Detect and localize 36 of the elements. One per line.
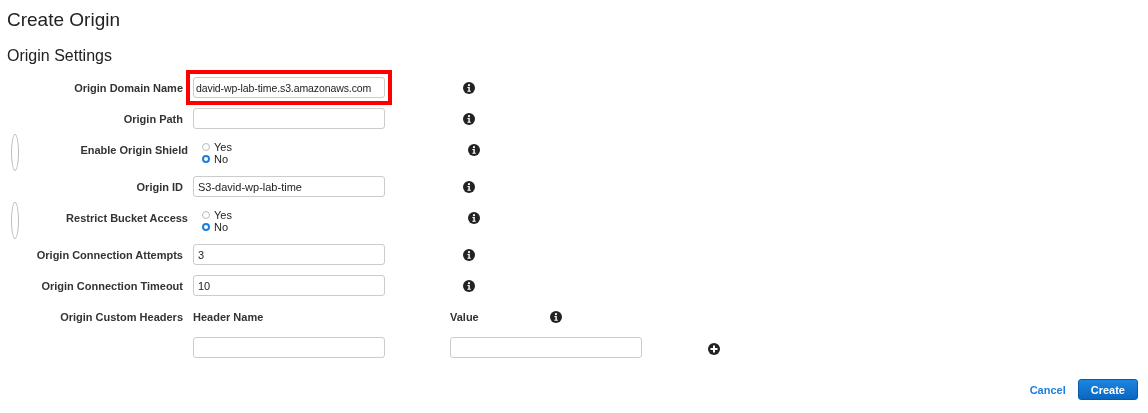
cancel-link[interactable]: Cancel bbox=[1029, 383, 1066, 396]
info-icon[interactable] bbox=[463, 112, 475, 125]
page-title: Create Origin bbox=[7, 8, 121, 32]
info-icon[interactable] bbox=[463, 248, 475, 261]
create-button[interactable]: Create bbox=[1077, 379, 1138, 400]
radio-label: Yes bbox=[214, 209, 232, 221]
column-label: Value bbox=[450, 310, 480, 323]
info-icon[interactable] bbox=[550, 310, 562, 323]
info-icon[interactable] bbox=[463, 81, 475, 94]
info-icon[interactable] bbox=[463, 279, 475, 292]
field-label: Origin Domain Name bbox=[73, 81, 183, 94]
input-field[interactable] bbox=[193, 337, 385, 358]
radio-button[interactable] bbox=[202, 155, 210, 163]
info-icon[interactable] bbox=[468, 144, 480, 156]
input-field[interactable]: 3 bbox=[193, 244, 385, 265]
field-label: Origin Connection Attempts bbox=[35, 248, 183, 261]
field-label: Restrict Bucket Access bbox=[65, 211, 188, 224]
input-field[interactable]: 10 bbox=[193, 275, 385, 296]
input-field[interactable] bbox=[193, 108, 385, 129]
radio-label: Yes bbox=[214, 141, 232, 153]
field-label: Enable Origin Shield bbox=[79, 143, 188, 156]
field-label: Origin Custom Headers bbox=[59, 310, 183, 323]
section-title: Origin Settings bbox=[7, 46, 113, 66]
info-icon[interactable] bbox=[463, 180, 475, 193]
radio-label: No bbox=[214, 153, 229, 165]
field-label: Origin ID bbox=[135, 180, 183, 193]
input-field[interactable]: S3-david-wp-lab-time bbox=[193, 176, 385, 197]
radio-button[interactable] bbox=[202, 223, 210, 231]
add-icon[interactable] bbox=[708, 342, 720, 355]
radio-label: No bbox=[214, 221, 229, 233]
input-field[interactable]: david-wp-lab-time.s3.amazonaws.com bbox=[193, 77, 385, 98]
field-label: Origin Path bbox=[122, 112, 183, 125]
input-field[interactable] bbox=[450, 337, 642, 358]
info-icon[interactable] bbox=[468, 212, 480, 224]
field-label: Origin Connection Timeout bbox=[40, 279, 183, 292]
column-label: Header Name bbox=[193, 310, 265, 323]
